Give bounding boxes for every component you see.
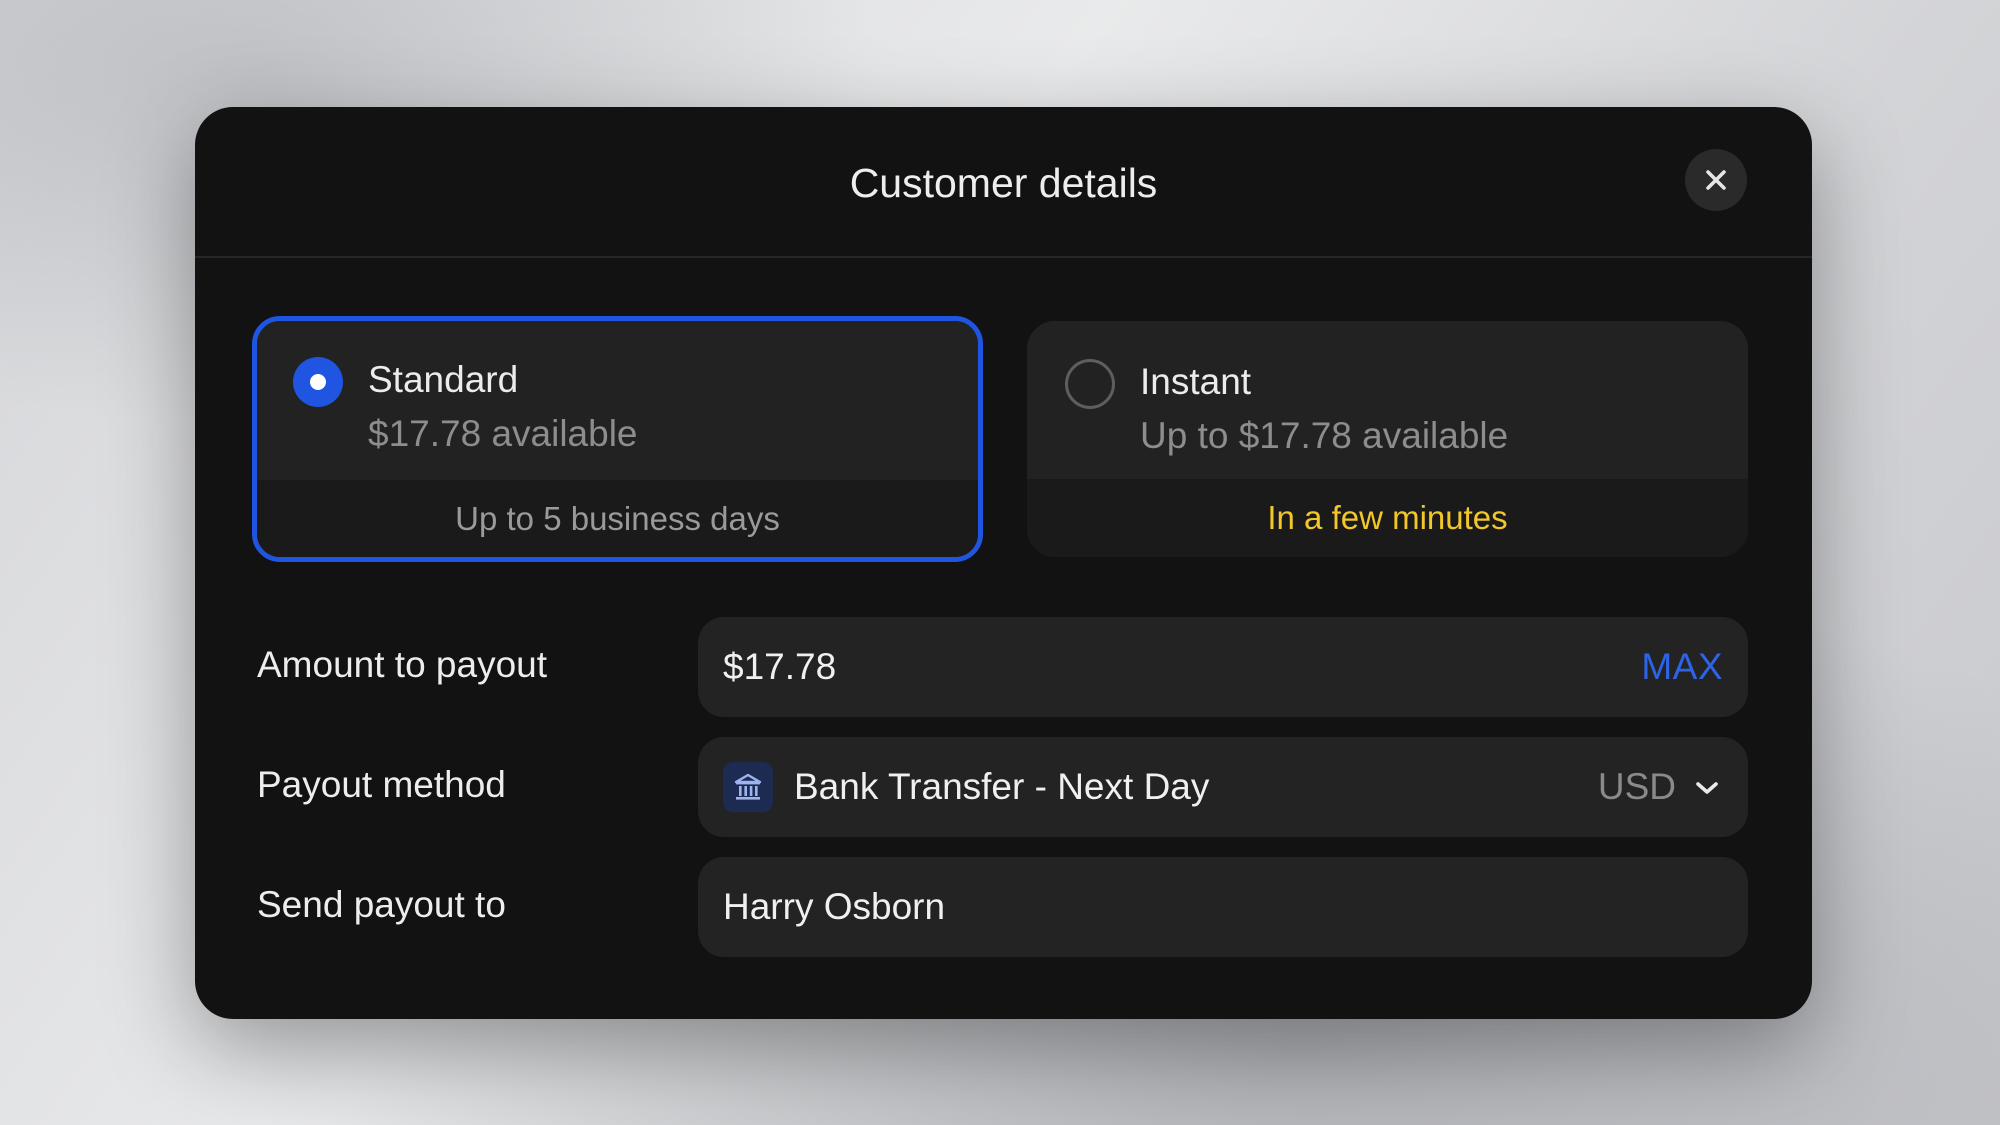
amount-label: Amount to payout bbox=[257, 644, 548, 685]
modal-header: Customer details bbox=[195, 107, 1812, 258]
payout-method-value: Bank Transfer - Next Day bbox=[794, 766, 1210, 807]
bank-icon bbox=[723, 762, 773, 812]
send-payout-to-label: Send payout to bbox=[257, 884, 506, 925]
payout-method-select[interactable]: Bank Transfer - Next Day USD bbox=[698, 737, 1748, 837]
option-standard-eta: Up to 5 business days bbox=[257, 480, 978, 557]
recipient-value: Harry Osborn bbox=[723, 886, 946, 927]
currency-label: USD bbox=[1597, 766, 1676, 807]
modal-title: Customer details bbox=[849, 160, 1158, 206]
payout-method-label: Payout method bbox=[257, 764, 506, 805]
instant-radio[interactable] bbox=[1065, 359, 1115, 409]
option-standard[interactable]: Standard $17.78 available Up to 5 busine… bbox=[252, 316, 983, 562]
max-button[interactable]: MAX bbox=[1641, 644, 1723, 690]
close-icon bbox=[1706, 170, 1726, 190]
amount-value: $17.78 bbox=[723, 646, 837, 687]
standard-radio[interactable] bbox=[293, 357, 343, 407]
option-instant-availability: Up to $17.78 available bbox=[1140, 415, 1509, 456]
option-instant-eta: In a few minutes bbox=[1027, 479, 1748, 557]
option-standard-title: Standard bbox=[368, 359, 519, 400]
option-instant-header: Instant Up to $17.78 available bbox=[1027, 321, 1748, 483]
option-instant[interactable]: Instant Up to $17.78 available In a few … bbox=[1027, 321, 1748, 557]
close-button[interactable] bbox=[1685, 149, 1747, 211]
amount-field[interactable]: $17.78 MAX bbox=[698, 617, 1748, 717]
payout-modal: Customer details Standard $17.78 availab… bbox=[195, 107, 1812, 1019]
option-instant-title: Instant bbox=[1140, 361, 1252, 402]
recipient-field[interactable]: Harry Osborn bbox=[698, 857, 1748, 957]
option-standard-availability: $17.78 available bbox=[368, 413, 638, 454]
chevron-down-icon[interactable] bbox=[1692, 773, 1722, 803]
radio-selected-dot bbox=[310, 374, 326, 390]
option-standard-header: Standard $17.78 available bbox=[257, 321, 978, 480]
